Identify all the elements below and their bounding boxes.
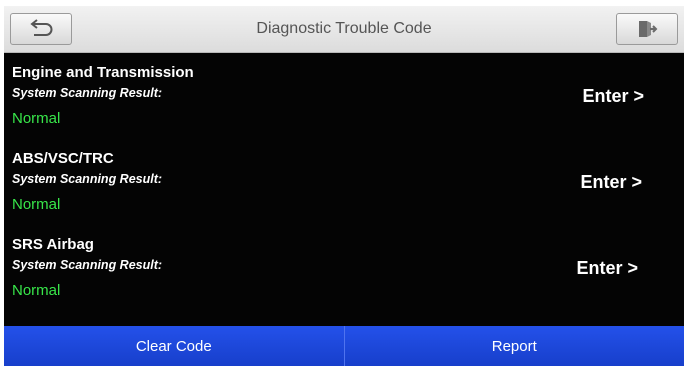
scan-result-status: Normal (12, 110, 61, 127)
report-button[interactable]: Report (343, 326, 684, 366)
footer-bar: Clear Code Report (4, 326, 684, 366)
scan-result-label: System Scanning Result: (12, 86, 163, 100)
system-item-engine: Engine and Transmission System Scanning … (12, 64, 676, 150)
exit-door-icon (639, 21, 658, 37)
header-bar: Diagnostic Trouble Code (4, 6, 684, 53)
page-title: Diagnostic Trouble Code (256, 20, 432, 37)
enter-button[interactable]: Enter > (576, 258, 638, 279)
system-name: ABS/VSC/TRC (12, 150, 114, 167)
system-item-abs: ABS/VSC/TRC System Scanning Result: Norm… (12, 150, 676, 236)
back-arrow-icon (30, 19, 53, 36)
scan-result-label: System Scanning Result: (12, 258, 163, 272)
system-name: Engine and Transmission (12, 64, 194, 81)
system-name: SRS Airbag (12, 236, 94, 253)
clear-code-button[interactable]: Clear Code (4, 326, 344, 366)
enter-button[interactable]: Enter > (580, 172, 642, 193)
exit-button[interactable] (616, 13, 678, 45)
back-button[interactable] (10, 13, 72, 45)
enter-button[interactable]: Enter > (582, 86, 644, 107)
scan-result-status: Normal (12, 282, 61, 299)
diagnostic-screen: Diagnostic Trouble Code Engine and Trans… (4, 6, 684, 366)
system-item-srs: SRS Airbag System Scanning Result: Norma… (12, 236, 676, 322)
scan-result-label: System Scanning Result: (12, 172, 163, 186)
scan-result-status: Normal (12, 196, 61, 213)
